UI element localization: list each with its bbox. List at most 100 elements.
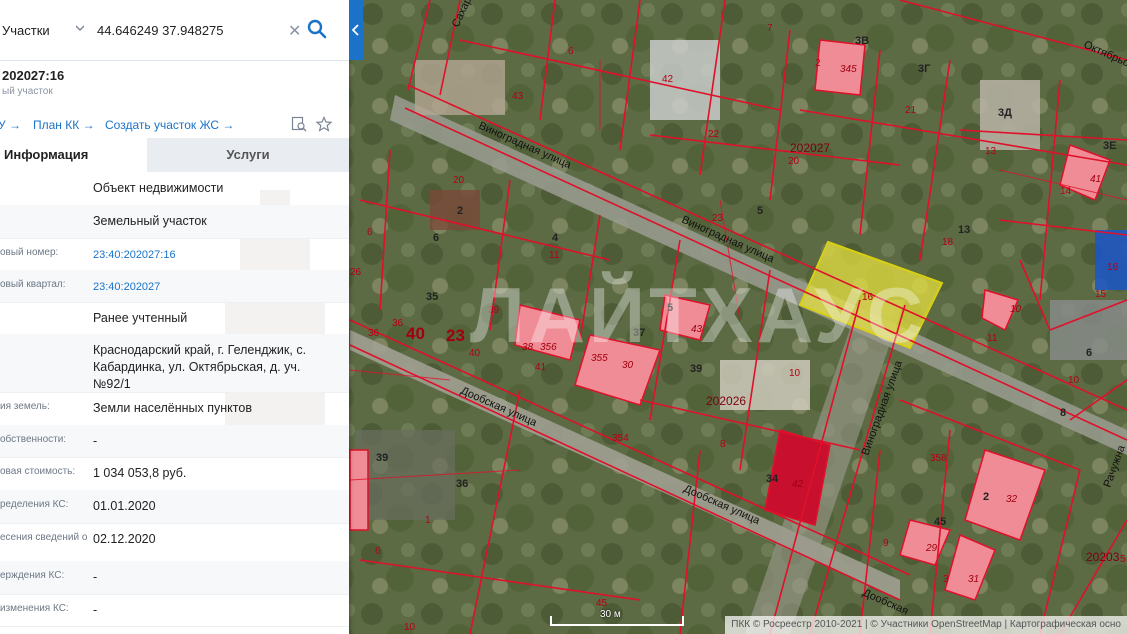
info-row: овый номер: 23:40:202027:16 (0, 238, 349, 271)
info-row-value[interactable]: 23:40:202027:16 (93, 238, 341, 264)
svg-text:13: 13 (985, 146, 997, 157)
object-subtitle: ый участок (2, 86, 53, 97)
svg-text:6: 6 (1086, 347, 1092, 359)
chevron-down-icon[interactable] (76, 24, 84, 32)
quarter-label-202026: 202026 (706, 394, 746, 408)
info-row: Ранее учтенный (0, 302, 349, 335)
info-row: ределения КС: 01.01.2020 (0, 490, 349, 524)
svg-text:10: 10 (789, 368, 801, 379)
svg-text:6: 6 (375, 546, 381, 557)
info-row-value: - (93, 603, 98, 617)
map-label-40: 40 (406, 324, 425, 343)
info-row-label: ределения КС: (0, 499, 69, 510)
svg-text:20: 20 (788, 156, 800, 167)
info-panel: Участки 44.646249 37.948275 ✕ 202027:16 … (0, 0, 349, 634)
svg-text:358: 358 (930, 453, 947, 464)
quarter-label-202027: 202027 (790, 141, 830, 155)
map-label-23: 23 (446, 326, 465, 345)
svg-text:23: 23 (712, 213, 724, 224)
info-row-label: обственности: (0, 434, 67, 445)
info-row-value: Земельный участок (93, 214, 207, 228)
svg-text:26: 26 (350, 267, 362, 278)
svg-text:6: 6 (568, 46, 574, 57)
svg-text:32: 32 (1006, 494, 1018, 505)
svg-text:3Д: 3Д (998, 107, 1012, 119)
link-create-plot[interactable]: Создать участок ЖС → (105, 118, 234, 132)
svg-text:9: 9 (883, 538, 889, 549)
search-input[interactable]: 44.646249 37.948275 (97, 23, 224, 38)
svg-text:45: 45 (596, 598, 608, 609)
search-bar: Участки 44.646249 37.948275 ✕ (0, 0, 349, 61)
info-row-label (0, 172, 88, 181)
svg-text:3В: 3В (855, 35, 869, 47)
scale-label: 30 м (600, 609, 621, 620)
info-row-value: - (93, 434, 98, 448)
search-icon[interactable] (306, 18, 328, 40)
info-row-value[interactable]: 23:40:202027 (93, 270, 341, 296)
info-row: Объект недвижимости (0, 172, 349, 206)
svg-text:35: 35 (426, 291, 438, 303)
svg-text:3Е: 3Е (1103, 140, 1116, 152)
svg-text:354: 354 (612, 433, 629, 444)
info-row: овая стоимость: 1 034 053,8 руб. (0, 457, 349, 491)
svg-text:15: 15 (1095, 289, 1107, 300)
map-attribution: ПКК © Росреестр 2010-2021 | © Участники … (725, 616, 1127, 634)
info-row-label: есения сведений о (0, 532, 88, 543)
link-cut[interactable]: У → (0, 118, 21, 132)
tab-services[interactable]: Услуги (147, 138, 349, 172)
svg-text:11: 11 (549, 250, 560, 261)
svg-text:30: 30 (622, 360, 634, 371)
svg-text:5: 5 (1120, 554, 1126, 565)
svg-text:8: 8 (720, 439, 726, 450)
svg-text:3: 3 (943, 574, 949, 585)
svg-text:16: 16 (1107, 262, 1119, 273)
svg-text:8: 8 (1060, 407, 1066, 419)
svg-text:43: 43 (512, 91, 524, 102)
info-row-label: овая стоимость: (0, 466, 76, 477)
info-row: есения сведений о 02.12.2020 (0, 523, 349, 562)
svg-text:45: 45 (934, 516, 946, 528)
svg-text:4: 4 (552, 232, 559, 244)
link-plan-kk[interactable]: План КК → (33, 118, 95, 132)
svg-text:36: 36 (368, 328, 380, 339)
svg-text:2: 2 (815, 58, 821, 69)
info-row: обственности: - (0, 425, 349, 458)
svg-text:5: 5 (757, 205, 763, 217)
svg-text:36: 36 (456, 478, 468, 490)
info-row-value: 01.01.2020 (93, 499, 156, 513)
info-row: Земельный участок (0, 205, 349, 239)
svg-text:41: 41 (1090, 174, 1101, 185)
svg-text:6: 6 (433, 232, 439, 244)
document-search-icon[interactable] (291, 116, 307, 132)
svg-text:11: 11 (987, 333, 998, 344)
info-row-label: изменения КС: (0, 603, 69, 614)
svg-text:20: 20 (453, 175, 465, 186)
info-row: Краснодарский край, г. Геленджик, с. Каб… (0, 334, 349, 393)
svg-text:18: 18 (942, 237, 954, 248)
svg-text:29: 29 (925, 543, 938, 554)
info-row-label (0, 334, 88, 343)
search-type-select[interactable]: Участки (2, 23, 50, 38)
info-row: изменения КС: - (0, 594, 349, 627)
plot-7: 7 (767, 23, 773, 34)
collapse-panel-button[interactable] (349, 0, 363, 60)
svg-text:14: 14 (1060, 186, 1072, 197)
star-icon[interactable] (316, 116, 332, 132)
svg-text:34: 34 (766, 473, 779, 485)
info-row: ия земель: Земли населённых пунктов (0, 392, 349, 426)
info-row-label: ия земель: (0, 401, 50, 412)
svg-text:41: 41 (535, 362, 547, 373)
svg-text:2: 2 (457, 205, 463, 217)
svg-text:31: 31 (968, 574, 979, 585)
info-row-value: Объект недвижимости (93, 181, 224, 195)
svg-text:10: 10 (1068, 375, 1080, 386)
chevron-left-icon (351, 24, 359, 36)
svg-text:22: 22 (708, 129, 720, 140)
svg-text:1: 1 (425, 515, 431, 526)
info-row-value: 1 034 053,8 руб. (93, 466, 187, 480)
svg-text:345: 345 (840, 64, 857, 75)
tab-information[interactable]: Информация (0, 138, 147, 172)
clear-icon[interactable]: ✕ (288, 21, 301, 41)
info-row-label: овый квартал: (0, 279, 66, 290)
svg-text:39: 39 (690, 363, 702, 375)
